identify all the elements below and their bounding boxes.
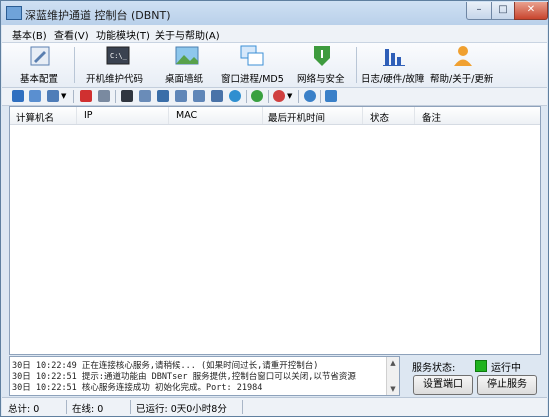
document-icon[interactable] — [98, 90, 110, 102]
toolbar-separator — [320, 90, 321, 103]
status-bar: 总计: 0 在线: 0 已运行: 0天0小时8分 — [2, 397, 547, 416]
status-total: 总计: 0 — [8, 404, 40, 415]
stop-service-button[interactable]: 停止服务 — [477, 375, 537, 395]
column-header-remark[interactable]: 备注 — [422, 110, 441, 124]
column-separator[interactable] — [262, 107, 263, 124]
bar-chart-icon — [383, 49, 405, 66]
set-port-button[interactable]: 设置端口 — [413, 375, 473, 395]
status-uptime: 已运行: 0天0小时8分 — [136, 404, 227, 415]
main-toolbar: 基本配置 C:\_ 开机维护代码 桌面墙纸 窗口进程/MD5 网络与安全 日志/… — [2, 43, 547, 88]
scroll-down-icon[interactable]: ▼ — [388, 384, 398, 394]
menu-view[interactable]: 查看(V) — [54, 27, 89, 42]
clock-icon[interactable] — [304, 90, 316, 102]
status-separator — [130, 400, 131, 414]
log-panel[interactable]: 30日 10:22:49 正在连接核心服务,请稍候... (如果时间过长,请重开… — [9, 356, 400, 396]
toolbar-separator — [298, 90, 299, 103]
quick-toolbar: ▼ ▼ — [2, 88, 547, 106]
column-separator[interactable] — [362, 107, 363, 124]
settings-icon — [30, 46, 50, 66]
user-icon — [454, 46, 472, 66]
terminal-icon: C:\_ — [106, 46, 130, 65]
close-button[interactable]: ✕ — [514, 2, 548, 20]
menu-modules[interactable]: 功能模块(T) — [96, 27, 150, 42]
eye-icon[interactable] — [229, 90, 241, 102]
scroll-up-icon[interactable]: ▲ — [388, 358, 398, 368]
log-scrollbar[interactable]: ▲ ▼ — [386, 357, 399, 395]
console-icon[interactable] — [121, 90, 133, 102]
toolbar-process-md5-button[interactable]: 窗口进程/MD5 — [218, 43, 286, 87]
toolbar-separator — [73, 90, 74, 103]
toolbar-separator — [246, 90, 247, 103]
chevron-down-icon[interactable]: ▼ — [61, 90, 68, 102]
column-separator[interactable] — [414, 107, 415, 124]
toolbar-separator — [74, 47, 75, 83]
toolbar-label: 日志/硬件/故障 — [361, 74, 425, 85]
shield-icon — [314, 46, 330, 66]
chevron-down-icon[interactable]: ▼ — [287, 90, 294, 102]
toolbar-label: 基本配置 — [20, 74, 59, 85]
minimize-button[interactable]: – — [466, 2, 492, 20]
toolbar-wallpaper-button[interactable]: 桌面墙纸 — [162, 43, 212, 87]
window-icon[interactable] — [175, 90, 187, 102]
user-icon[interactable] — [211, 90, 223, 102]
toolbar-help-about-button[interactable]: 帮助/关于/更新 — [430, 43, 496, 87]
toolbar-log-hardware-button[interactable]: 日志/硬件/故障 — [360, 43, 428, 87]
column-header-ip[interactable]: IP — [84, 110, 93, 121]
stop-icon[interactable] — [273, 90, 285, 102]
toolbar-label: 开机维护代码 — [86, 74, 144, 85]
column-separator[interactable] — [76, 107, 77, 124]
toolbar-label: 桌面墙纸 — [165, 74, 204, 85]
column-header-mac[interactable]: MAC — [176, 110, 197, 121]
column-header-last-boot[interactable]: 最后开机时间 — [268, 110, 325, 124]
service-status-indicator — [475, 360, 487, 372]
copy-window-icon[interactable] — [193, 90, 205, 102]
computer-list[interactable]: 计算机名 IP MAC 最后开机时间 状态 备注 — [9, 106, 541, 355]
windows-icon — [240, 45, 264, 66]
service-status-label: 服务状态: — [412, 363, 456, 374]
toolbar-label: 窗口进程/MD5 — [221, 74, 284, 85]
screen-icon[interactable] — [157, 90, 169, 102]
column-header-status[interactable]: 状态 — [370, 110, 389, 124]
service-status-value: 运行中 — [491, 363, 521, 374]
window-title: 深蓝维护通道 控制台 (DBNT) — [25, 9, 171, 22]
log-line: 30日 10:22:51 核心服务连接成功 初始化完成。Port: 21984 — [12, 383, 263, 393]
svg-text:C:\_: C:\_ — [110, 52, 128, 60]
toolbar-label: 网络与安全 — [297, 74, 345, 85]
mail-icon[interactable] — [139, 90, 151, 102]
title-bar[interactable]: 深蓝维护通道 控制台 (DBNT) – □ ✕ — [1, 1, 548, 25]
main-window: 深蓝维护通道 控制台 (DBNT) – □ ✕ 基本(B) 查看(V) 功能模块… — [0, 0, 549, 417]
status-separator — [66, 400, 67, 414]
toolbar-label: 帮助/关于/更新 — [430, 74, 494, 85]
toolbar-separator — [115, 90, 116, 103]
menu-help[interactable]: 关于与帮助(A) — [155, 27, 220, 42]
delete-icon[interactable] — [80, 90, 92, 102]
menu-basic[interactable]: 基本(B) — [12, 27, 47, 42]
toolbar-separator — [356, 47, 357, 83]
column-separator[interactable] — [168, 107, 169, 124]
status-separator — [242, 400, 243, 414]
toolbar-boot-code-button[interactable]: C:\_ 开机维护代码 — [82, 43, 154, 87]
app-icon — [6, 6, 22, 20]
search-icon[interactable] — [12, 90, 24, 102]
refresh-icon[interactable] — [251, 90, 263, 102]
toolbar-network-security-button[interactable]: 网络与安全 — [294, 43, 350, 87]
export-icon[interactable] — [29, 90, 41, 102]
menu-bar: 基本(B) 查看(V) 功能模块(T) 关于与帮助(A) — [2, 25, 547, 43]
status-online: 在线: 0 — [72, 404, 104, 415]
column-header-computer-name[interactable]: 计算机名 — [16, 110, 54, 124]
calendar-icon[interactable] — [325, 90, 337, 102]
maximize-button[interactable]: □ — [491, 2, 515, 20]
list-header: 计算机名 IP MAC 最后开机时间 状态 备注 — [10, 107, 540, 125]
toolbar-separator — [268, 90, 269, 103]
wallpaper-icon — [175, 46, 199, 65]
toolbar-basic-config-button[interactable]: 基本配置 — [16, 43, 64, 87]
grid-view-icon[interactable] — [47, 90, 59, 102]
